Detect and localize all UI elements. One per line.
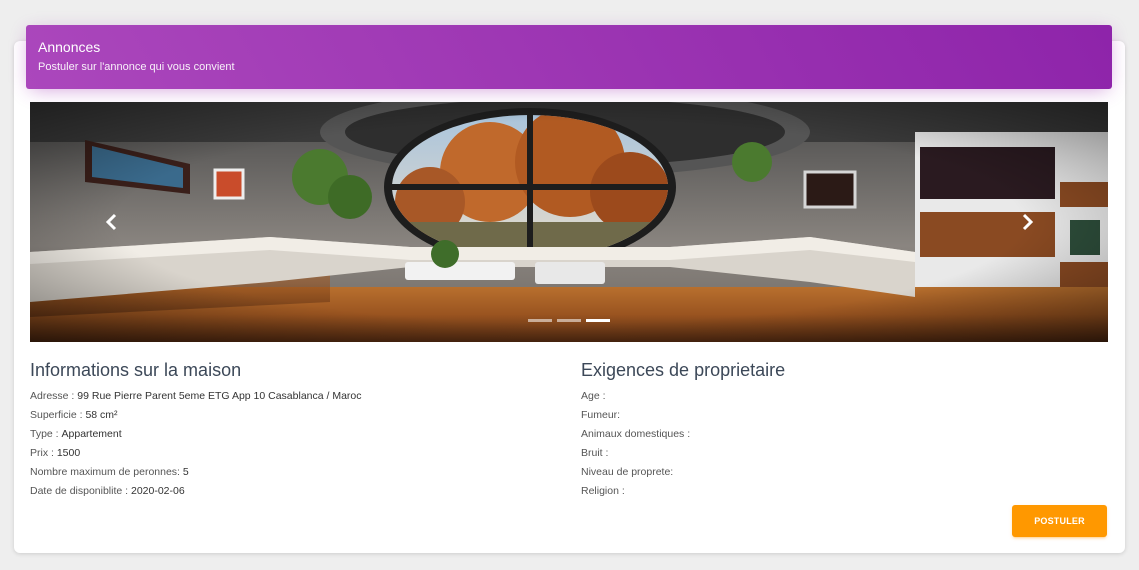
carousel-indicator[interactable] xyxy=(528,319,552,322)
card-title: Annonces xyxy=(38,39,101,55)
house-info-value: 99 Rue Pierre Parent 5eme ETG App 10 Cas… xyxy=(77,390,362,402)
owner-info-row: Fumeur: xyxy=(581,406,690,425)
owner-info-label: Animaux domestiques : xyxy=(581,428,691,440)
house-info-title: Informations sur la maison xyxy=(30,360,242,380)
owner-info-label: Niveau de proprete: xyxy=(581,466,674,478)
house-info-value: 5 xyxy=(182,466,189,478)
owner-info-row: Religion : xyxy=(581,482,690,501)
owner-info-row: Bruit : xyxy=(581,444,690,463)
house-info-list: Adresse : 99 Rue Pierre Parent 5eme ETG … xyxy=(30,387,362,501)
owner-info-row: Age : xyxy=(581,387,690,406)
owner-info-label: Age : xyxy=(581,390,606,402)
owner-info-label: Fumeur: xyxy=(581,409,621,421)
house-info-label: Prix : xyxy=(30,447,57,459)
chevron-left-icon xyxy=(105,213,117,231)
house-info-value: 2020-02-06 xyxy=(130,485,185,497)
house-info-value: Appartement xyxy=(61,428,122,440)
house-info-row: Adresse : 99 Rue Pierre Parent 5eme ETG … xyxy=(30,387,362,406)
house-info-label: Superficie : xyxy=(30,409,86,421)
card-header: Annonces Postuler sur l'annonce qui vous… xyxy=(26,25,1112,89)
living-room-photo xyxy=(30,102,1108,342)
house-info-row: Prix : 1500 xyxy=(30,444,362,463)
carousel-indicator[interactable] xyxy=(586,319,610,322)
owner-info-label: Bruit : xyxy=(581,447,609,459)
house-info-row: Date de disponiblite : 2020-02-06 xyxy=(30,482,362,501)
chevron-right-icon xyxy=(1022,213,1034,231)
postuler-button[interactable]: POSTULER xyxy=(1012,505,1107,537)
image-carousel[interactable] xyxy=(30,102,1108,342)
house-info-row: Type : Appartement xyxy=(30,425,362,444)
carousel-next-button[interactable] xyxy=(1015,210,1039,234)
house-info-row: Superficie : 58 cm² xyxy=(30,406,362,425)
house-info-label: Date de disponiblite : xyxy=(30,485,131,497)
owner-requirements-list: Age : Fumeur: Animaux domestiques : Brui… xyxy=(581,387,690,501)
owner-info-label: Religion : xyxy=(581,485,625,497)
house-info-label: Nombre maximum de peronnes: xyxy=(30,466,183,478)
owner-requirements-title: Exigences de proprietaire xyxy=(581,360,786,380)
house-info-value: 58 cm² xyxy=(85,409,118,421)
house-info-label: Adresse : xyxy=(30,390,78,402)
owner-info-row: Niveau de proprete: xyxy=(581,463,690,482)
carousel-prev-button[interactable] xyxy=(100,210,124,234)
house-info-row: Nombre maximum de peronnes: 5 xyxy=(30,463,362,482)
house-info-value: 1500 xyxy=(56,447,81,459)
house-info-label: Type : xyxy=(30,428,62,440)
owner-info-row: Animaux domestiques : xyxy=(581,425,690,444)
card-subtitle: Postuler sur l'annonce qui vous convient xyxy=(38,61,235,73)
carousel-indicators xyxy=(528,319,610,322)
carousel-indicator[interactable] xyxy=(557,319,581,322)
